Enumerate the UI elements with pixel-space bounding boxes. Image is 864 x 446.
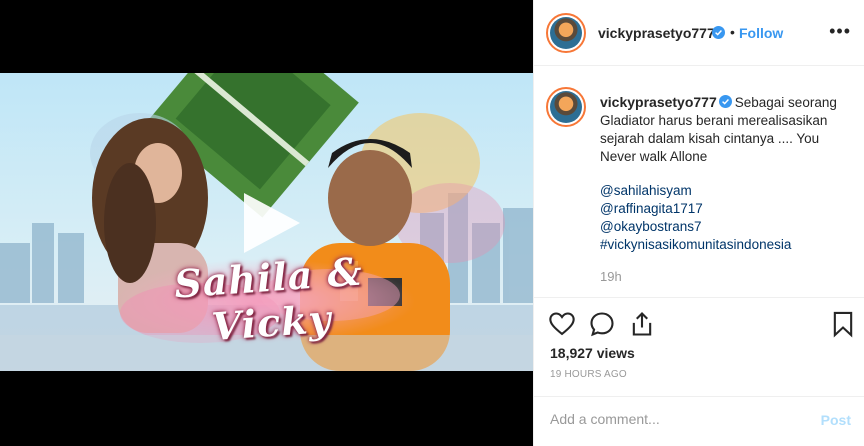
caption-text: vickyprasetyo777 Sebagai seorang Gladiato… xyxy=(600,93,855,166)
video-title-overlay: Sahila & Vicky xyxy=(172,248,365,350)
share-icon[interactable] xyxy=(628,310,656,338)
play-icon[interactable] xyxy=(238,191,302,255)
view-count[interactable]: 18,927 views xyxy=(550,345,635,361)
hashtag-link[interactable]: #vickynisasikomunitasindonesia xyxy=(600,236,791,254)
mention-link[interactable]: @raffinagita1717 xyxy=(600,200,791,218)
caption-username[interactable]: vickyprasetyo777 xyxy=(600,94,717,110)
post-timestamp: 19 HOURS AGO xyxy=(550,369,627,380)
post-side-panel: vickyprasetyo777 • Follow ••• vickyprase… xyxy=(533,0,864,446)
heart-icon[interactable] xyxy=(548,310,576,338)
follow-button[interactable]: Follow xyxy=(739,25,783,41)
caption-section: vickyprasetyo777 Sebagai seorang Gladiato… xyxy=(534,67,864,297)
bookmark-icon[interactable] xyxy=(829,310,857,338)
mention-link[interactable]: @okaybostrans7 xyxy=(600,218,791,236)
verified-badge-icon xyxy=(718,95,732,108)
actions-section: 18,927 views 19 HOURS AGO Post xyxy=(534,297,864,446)
post-comment-button[interactable]: Post xyxy=(821,412,851,428)
comment-bar: Post xyxy=(534,396,864,446)
verified-badge-icon xyxy=(712,26,725,39)
comment-icon[interactable] xyxy=(588,310,616,338)
separator-dot: • xyxy=(730,24,735,40)
caption-age[interactable]: 19h xyxy=(600,269,622,284)
comment-input[interactable] xyxy=(550,411,800,427)
mention-link[interactable]: @sahilahisyam xyxy=(600,182,791,200)
caption-avatar[interactable] xyxy=(546,87,586,127)
header-username[interactable]: vickyprasetyo777 xyxy=(598,25,715,41)
video-thumbnail[interactable]: Sahila & Vicky xyxy=(0,73,533,371)
caption-tags: @sahilahisyam @raffinagita1717 @okaybost… xyxy=(600,182,791,254)
post-header: vickyprasetyo777 • Follow ••• xyxy=(534,0,864,66)
more-options-icon[interactable]: ••• xyxy=(829,22,851,40)
video-player[interactable]: Sahila & Vicky xyxy=(0,0,533,446)
avatar[interactable] xyxy=(546,13,586,53)
